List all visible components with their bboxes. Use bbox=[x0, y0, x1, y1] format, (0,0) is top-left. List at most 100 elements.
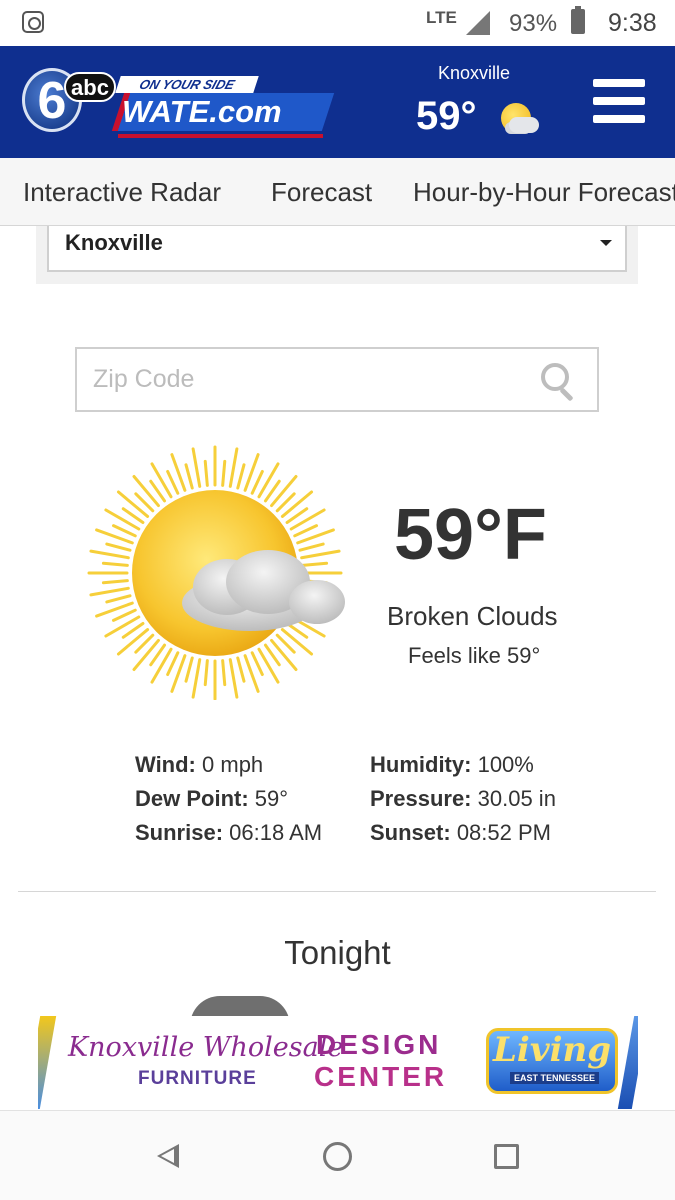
sunrise-row: Sunrise: 06:18 AM bbox=[135, 816, 322, 850]
sun-ray bbox=[228, 658, 239, 699]
back-icon[interactable] bbox=[157, 1144, 179, 1168]
sun-ray bbox=[184, 463, 194, 490]
ad-furniture: FURNITURE bbox=[138, 1068, 257, 1089]
logo-site-name: WATE.com bbox=[122, 94, 282, 129]
sun-ray bbox=[228, 447, 239, 488]
weather-nav: Interactive Radar Forecast Hour-by-Hour … bbox=[0, 158, 675, 226]
current-temperature: 59°F bbox=[394, 495, 547, 575]
ad-stripe-left bbox=[38, 1016, 57, 1109]
location-select-value: Knoxville bbox=[65, 230, 163, 255]
sun-ray bbox=[270, 474, 298, 508]
sun-ray bbox=[236, 463, 246, 490]
tab-forecast[interactable]: Forecast bbox=[271, 177, 372, 208]
zip-search bbox=[75, 347, 599, 412]
humidity-row: Humidity: 100% bbox=[370, 748, 556, 782]
sun-ray bbox=[150, 647, 173, 684]
system-navigation bbox=[0, 1110, 675, 1200]
sun-ray bbox=[150, 462, 173, 499]
ad-center: CENTER bbox=[314, 1061, 448, 1092]
sun-ray bbox=[132, 474, 160, 508]
wind-label: Wind: bbox=[135, 752, 196, 777]
sun-ray bbox=[191, 447, 202, 488]
clock: 9:38 bbox=[608, 9, 657, 37]
sun-ray bbox=[221, 459, 227, 487]
sun-ray bbox=[298, 542, 325, 552]
sunrise-value: 06:18 AM bbox=[229, 820, 323, 845]
abc-logo-icon: abc bbox=[64, 72, 116, 102]
sun-ray bbox=[166, 469, 180, 495]
sun-ray bbox=[101, 579, 129, 585]
site-logo[interactable]: ON YOUR SIDE WATE.com 6 abc bbox=[18, 64, 338, 140]
location-panel: Knoxville bbox=[36, 226, 638, 284]
tab-interactive-radar[interactable]: Interactive Radar bbox=[23, 177, 221, 208]
sun-ray bbox=[132, 638, 160, 672]
tab-hour-by-hour[interactable]: Hour-by-Hour Forecast bbox=[413, 177, 675, 208]
sun-ray bbox=[116, 628, 150, 656]
sun-ray bbox=[257, 462, 280, 499]
partly-cloudy-icon[interactable] bbox=[497, 103, 541, 139]
sun-ray bbox=[293, 524, 319, 538]
logo-tagline: ON YOUR SIDE bbox=[115, 76, 259, 93]
pressure-value: 30.05 in bbox=[477, 786, 556, 811]
logo-underline bbox=[118, 134, 323, 138]
header-temperature[interactable]: 59° bbox=[416, 94, 477, 139]
sun-ray bbox=[105, 542, 132, 552]
sun-with-cloud-icon bbox=[87, 445, 345, 700]
dew-point-row: Dew Point: 59° bbox=[135, 782, 322, 816]
stats-right: Humidity: 100% Pressure: 30.05 in Sunset… bbox=[370, 748, 556, 850]
stats-left: Wind: 0 mph Dew Point: 59° Sunrise: 06:1… bbox=[135, 748, 322, 850]
sun-ray bbox=[184, 656, 194, 683]
zip-code-input[interactable] bbox=[77, 349, 527, 410]
sun-ray bbox=[280, 628, 314, 656]
sun-ray bbox=[89, 549, 130, 560]
feels-like: Feels like 59° bbox=[408, 643, 541, 668]
humidity-value: 100% bbox=[477, 752, 534, 777]
sun-ray bbox=[166, 651, 180, 677]
wind-row: Wind: 0 mph bbox=[135, 748, 322, 782]
location-select[interactable]: Knoxville bbox=[47, 226, 627, 272]
site-header: ON YOUR SIDE WATE.com 6 abc Knoxville 59… bbox=[0, 46, 675, 158]
sun-ray bbox=[250, 651, 264, 677]
sun-ray bbox=[203, 459, 209, 487]
signal-icon bbox=[466, 11, 490, 35]
ad-banner[interactable]: Knoxville Wholesale FURNITURE DESIGN CEN… bbox=[38, 1016, 638, 1109]
caret-down-icon bbox=[600, 240, 612, 246]
dew-point-label: Dew Point: bbox=[135, 786, 249, 811]
sun-ray bbox=[236, 656, 246, 683]
recent-apps-icon[interactable] bbox=[494, 1144, 519, 1169]
menu-icon[interactable] bbox=[593, 79, 645, 123]
sun-ray bbox=[257, 647, 280, 684]
instagram-icon bbox=[22, 11, 44, 33]
cloud-icon bbox=[509, 117, 539, 133]
home-icon[interactable] bbox=[323, 1142, 352, 1171]
status-bar: LTE 93% 9:38 bbox=[0, 0, 675, 46]
wind-value: 0 mph bbox=[202, 752, 264, 777]
ad-design: DESIGN bbox=[316, 1029, 442, 1060]
sun-ray bbox=[289, 508, 326, 531]
sunset-row: Sunset: 08:52 PM bbox=[370, 816, 556, 850]
ad-living-sub: EAST TENNESSEE bbox=[510, 1072, 600, 1084]
sunset-label: Sunset: bbox=[370, 820, 451, 845]
current-condition: Broken Clouds bbox=[387, 601, 558, 631]
battery-icon bbox=[571, 6, 585, 34]
sun-ray bbox=[89, 586, 130, 597]
tonight-heading: Tonight bbox=[284, 934, 391, 971]
sun-ray bbox=[270, 638, 298, 672]
header-city[interactable]: Knoxville bbox=[438, 63, 510, 84]
ad-brand: Knoxville Wholesale bbox=[68, 1032, 344, 1063]
humidity-label: Humidity: bbox=[370, 752, 472, 777]
sun-ray bbox=[280, 490, 314, 518]
dew-point-value: 59° bbox=[254, 786, 289, 811]
sunrise-label: Sunrise: bbox=[135, 820, 224, 845]
sun-ray bbox=[116, 490, 150, 518]
sun-ray bbox=[203, 659, 209, 687]
ad-stripe-right bbox=[617, 1016, 638, 1109]
battery-percent: 93% bbox=[509, 10, 558, 37]
sun-ray bbox=[250, 469, 264, 495]
sunset-value: 08:52 PM bbox=[456, 820, 551, 845]
sun-ray bbox=[300, 549, 341, 560]
sun-ray bbox=[221, 659, 227, 687]
sun-ray bbox=[104, 508, 141, 531]
sun-ray bbox=[301, 561, 329, 567]
search-icon[interactable] bbox=[537, 359, 581, 402]
